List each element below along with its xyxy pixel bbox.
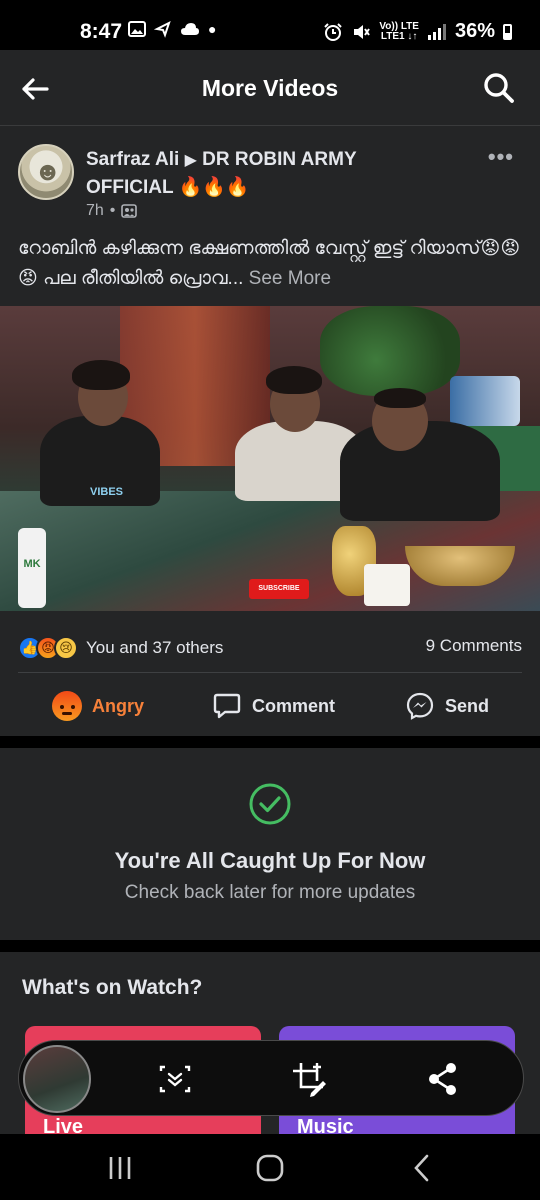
screenshot-thumbnail[interactable]: [23, 1045, 91, 1113]
dot-icon: ●: [208, 21, 217, 37]
screenshot-toolbar: [18, 1040, 524, 1116]
author-name[interactable]: Sarfraz Ali: [86, 149, 179, 170]
status-left-icons: ●: [128, 20, 216, 38]
more-options-icon[interactable]: •••: [488, 144, 514, 170]
send-label: Send: [445, 695, 490, 716]
video-watermark: VIBES: [90, 486, 124, 498]
post-header: Sarfraz Ali ▶ DR ROBIN ARMY OFFICIAL 🔥🔥🔥: [86, 146, 426, 201]
post-caption: റോബിൻ കഴിക്കുന്ന ഭക്ഷണത്തിൽ വേസ്റ്റ് ഇട്…: [18, 234, 528, 294]
see-more-link[interactable]: See More: [249, 268, 331, 289]
post-actions: Angry Comment Send: [0, 686, 540, 726]
crop-edit-icon[interactable]: [289, 1059, 329, 1099]
video-post: ☻ Sarfraz Ali ▶ DR ROBIN ARMY OFFICIAL 🔥…: [0, 126, 540, 736]
messenger-icon: [406, 692, 434, 720]
check-circle-icon: [249, 783, 291, 825]
shared-to-arrow-icon: ▶: [184, 152, 197, 169]
sad-icon: 😢: [54, 636, 78, 660]
battery-icon: [503, 23, 512, 40]
page-title: More Videos: [201, 75, 339, 101]
video-person-hair: [72, 360, 130, 390]
system-nav-bar: [0, 1134, 540, 1200]
comment-icon: [213, 693, 241, 719]
recents-icon[interactable]: [102, 1150, 138, 1186]
search-icon[interactable]: [482, 71, 516, 105]
angry-face-icon: [52, 691, 82, 721]
alarm-icon: [324, 22, 343, 41]
battery-percent: 36%: [454, 20, 495, 42]
app-bar: More Videos: [0, 50, 540, 126]
video-person-hair: [374, 388, 426, 408]
video-person-hair: [266, 366, 322, 394]
angry-reaction-button[interactable]: Angry: [52, 686, 144, 726]
video-subscribe-badge: SUBSCRIBE: [249, 579, 309, 599]
divider: [18, 672, 522, 673]
watch-card-label: Live: [43, 1116, 84, 1134]
angry-label: Angry: [92, 695, 145, 716]
home-icon[interactable]: [252, 1150, 288, 1186]
author-avatar[interactable]: ☻: [18, 144, 74, 200]
cloud-icon: [181, 23, 199, 35]
caught-up-section: You're All Caught Up For Now Check back …: [0, 748, 540, 940]
comments-count[interactable]: 9 Comments: [426, 636, 522, 656]
video-bg-cushion: [450, 376, 520, 426]
status-right-icons: Vo)) LTE LTE1 ↓↑ 36%: [323, 20, 512, 43]
caught-up-subtitle: Check back later for more updates: [124, 882, 416, 903]
video-player[interactable]: VIBES MK SUBSCRIBE: [0, 306, 540, 611]
mute-icon: [354, 24, 371, 39]
reaction-summary[interactable]: 👍 😡 😢 You and 37 others: [18, 636, 223, 660]
scroll-capture-icon[interactable]: [155, 1059, 195, 1099]
navigation-icon: [154, 21, 171, 38]
meta-separator: •: [109, 202, 116, 219]
send-button[interactable]: Send: [405, 686, 489, 726]
group-icon: [121, 204, 138, 218]
volte-icon: Vo)) LTE LTE1 ↓↑: [379, 20, 419, 42]
status-time: 8:47: [80, 20, 123, 43]
caught-up-title: You're All Caught Up For Now: [114, 848, 426, 873]
back-icon[interactable]: [404, 1150, 440, 1186]
reactions-text: You and 37 others: [86, 638, 224, 657]
signal-icon: [427, 23, 446, 40]
comment-label: Comment: [252, 695, 336, 716]
video-bg-plants: [320, 306, 460, 396]
video-cup: [364, 564, 410, 606]
watch-card-label: Music: [297, 1116, 354, 1134]
watch-title: What's on Watch?: [22, 976, 203, 999]
post-meta: 7h •: [86, 202, 138, 220]
gallery-icon: [128, 21, 146, 37]
video-bottle: MK: [18, 528, 46, 608]
post-time[interactable]: 7h: [86, 202, 104, 220]
status-bar: 8:47 ● Vo)) LTE LTE1 ↓↑ 36%: [0, 0, 540, 50]
comment-button[interactable]: Comment: [212, 686, 335, 726]
share-icon[interactable]: [423, 1059, 463, 1099]
